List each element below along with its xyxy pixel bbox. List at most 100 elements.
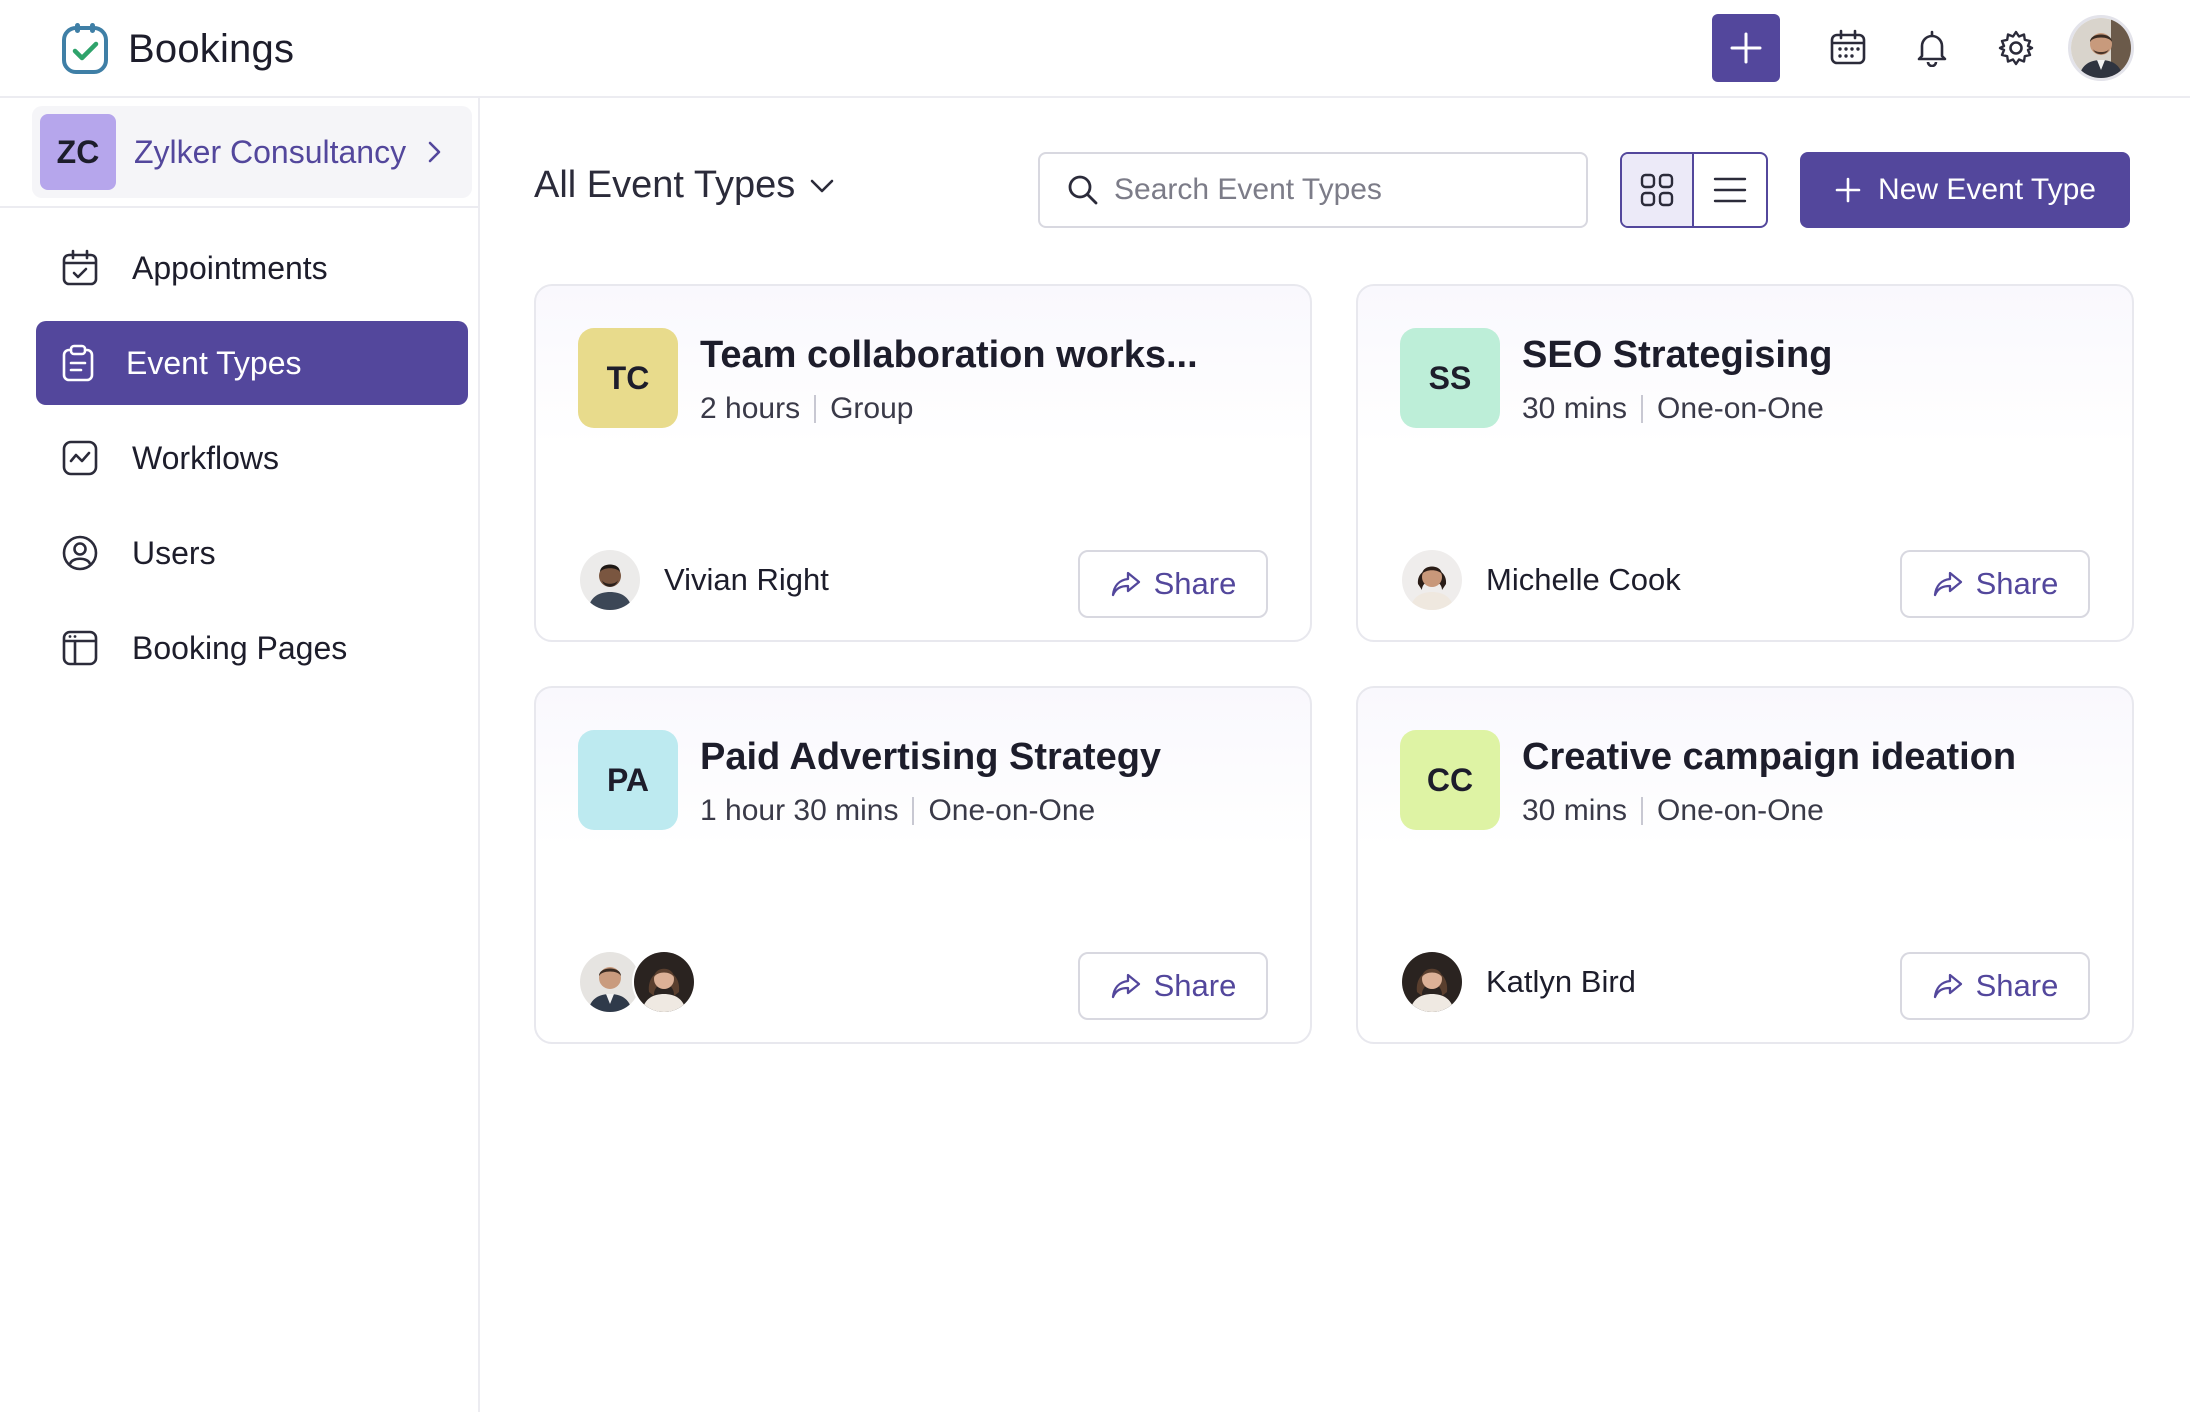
org-name: Zylker Consultancy: [134, 133, 407, 170]
list-view-button[interactable]: [1694, 154, 1766, 226]
event-type-card[interactable]: CC Creative campaign ideation 30 mins On…: [1356, 686, 2134, 1044]
org-switcher[interactable]: ZC Zylker Consultancy: [32, 106, 472, 198]
grid-icon: [1640, 173, 1674, 207]
plus-icon: [1835, 177, 1861, 203]
view-toggle: [1620, 152, 1768, 228]
host-photo-icon: [580, 550, 640, 610]
share-label: Share: [1153, 968, 1237, 1003]
event-title[interactable]: Team collaboration works...: [700, 334, 1198, 377]
event-kind: One-on-One: [1657, 794, 1824, 827]
host-name: Katlyn Bird: [1486, 964, 1636, 999]
event-hosts: [578, 950, 696, 1014]
share-label: Share: [1975, 968, 2059, 1003]
org-badge: ZC: [40, 114, 116, 190]
event-duration: 30 mins: [1522, 392, 1628, 425]
host-photo-icon: [634, 952, 694, 1012]
host-avatar: [1400, 950, 1464, 1014]
event-meta: 1 hour 30 mins One-on-One: [700, 794, 1095, 828]
meta-separator: [1641, 395, 1644, 423]
host-avatar: [632, 950, 696, 1014]
sidebar-item-users[interactable]: Users: [36, 511, 468, 595]
sidebar-item-event-types[interactable]: Event Types: [36, 321, 468, 405]
event-badge: CC: [1400, 730, 1500, 830]
add-button[interactable]: [1712, 14, 1780, 82]
brand[interactable]: Bookings: [56, 20, 294, 78]
calendar-button[interactable]: [1826, 26, 1870, 70]
event-type-card[interactable]: PA Paid Advertising Strategy 1 hour 30 m…: [534, 686, 1312, 1044]
grid-view-button[interactable]: [1622, 154, 1694, 226]
host-avatar: [1400, 548, 1464, 612]
event-badge: TC: [578, 328, 678, 428]
event-type-card[interactable]: TC Team collaboration works... 2 hours G…: [534, 284, 1312, 642]
share-label: Share: [1153, 566, 1237, 601]
settings-button[interactable]: [1994, 26, 2038, 70]
app-title: Bookings: [128, 26, 295, 71]
chevron-down-icon: [810, 179, 834, 192]
share-icon: [1933, 973, 1962, 999]
clipboard-icon: [58, 343, 98, 383]
host-photo-icon: [1402, 550, 1462, 610]
host-avatar: [578, 548, 642, 612]
event-badge: PA: [578, 730, 678, 830]
event-title[interactable]: Creative campaign ideation: [1522, 736, 2016, 779]
user-photo-icon: [2071, 18, 2131, 78]
sidebar-item-label: Booking Pages: [132, 629, 348, 666]
share-icon: [1933, 571, 1962, 597]
chevron-right-icon: [428, 141, 441, 163]
host-photo-icon: [580, 952, 640, 1012]
event-title[interactable]: SEO Strategising: [1522, 334, 1832, 377]
share-button[interactable]: Share: [1900, 550, 2090, 618]
share-button[interactable]: Share: [1078, 952, 1268, 1020]
event-kind: Group: [830, 392, 914, 425]
meta-separator: [1641, 797, 1644, 825]
event-type-card[interactable]: SS SEO Strategising 30 mins One-on-One M…: [1356, 284, 2134, 642]
share-icon: [1111, 571, 1140, 597]
event-kind: One-on-One: [1657, 392, 1824, 425]
event-type-filter-dropdown[interactable]: All Event Types: [534, 164, 837, 207]
sidebar-item-appointments[interactable]: Appointments: [36, 226, 468, 310]
search-input[interactable]: [1114, 173, 1584, 207]
sidebar-item-label: Users: [132, 534, 216, 571]
booking-page-icon: [60, 628, 100, 668]
plus-icon: [1730, 32, 1762, 64]
event-meta: 30 mins One-on-One: [1522, 392, 1824, 426]
event-kind: One-on-One: [928, 794, 1096, 827]
calendar-icon: [1830, 29, 1866, 65]
share-button[interactable]: Share: [1078, 550, 1268, 618]
notifications-button[interactable]: [1910, 26, 1954, 70]
sidebar-item-workflows[interactable]: Workflows: [36, 416, 468, 500]
sidebar: ZC Zylker Consultancy Appointments Event…: [0, 98, 480, 1412]
host-name: Michelle Cook: [1486, 562, 1681, 597]
event-meta: 30 mins One-on-One: [1522, 794, 1824, 828]
share-button[interactable]: Share: [1900, 952, 2090, 1020]
event-badge: SS: [1400, 328, 1500, 428]
workflow-icon: [60, 438, 100, 478]
new-event-type-label: New Event Type: [1878, 173, 2096, 206]
bell-icon: [1917, 30, 1947, 67]
search-box: [1038, 152, 1588, 228]
event-title[interactable]: Paid Advertising Strategy: [700, 736, 1161, 779]
filter-label: All Event Types: [534, 164, 796, 206]
top-bar: Bookings: [0, 0, 2190, 98]
event-duration: 1 hour 30 mins: [700, 794, 899, 827]
event-duration: 2 hours: [700, 392, 801, 425]
meta-separator: [912, 797, 915, 825]
sidebar-item-booking-pages[interactable]: Booking Pages: [36, 606, 468, 690]
bookings-logo-icon: [62, 23, 108, 74]
event-duration: 30 mins: [1522, 794, 1628, 827]
event-host: Katlyn Bird: [1400, 950, 1636, 1014]
sidebar-nav: Appointments Event Types Workflows Users…: [36, 226, 468, 701]
event-host: Michelle Cook: [1400, 548, 1681, 612]
user-circle-icon: [60, 533, 100, 573]
calendar-check-icon: [60, 248, 100, 288]
host-name: Vivian Right: [664, 562, 829, 597]
new-event-type-button[interactable]: New Event Type: [1800, 152, 2130, 228]
share-icon: [1111, 973, 1140, 999]
user-avatar[interactable]: [2068, 15, 2134, 81]
event-meta: 2 hours Group: [700, 392, 913, 426]
top-actions: [1712, 14, 2134, 82]
meta-separator: [814, 395, 817, 423]
sidebar-item-label: Appointments: [132, 249, 328, 286]
gear-icon: [1998, 30, 2034, 66]
host-photo-icon: [1402, 952, 1462, 1012]
